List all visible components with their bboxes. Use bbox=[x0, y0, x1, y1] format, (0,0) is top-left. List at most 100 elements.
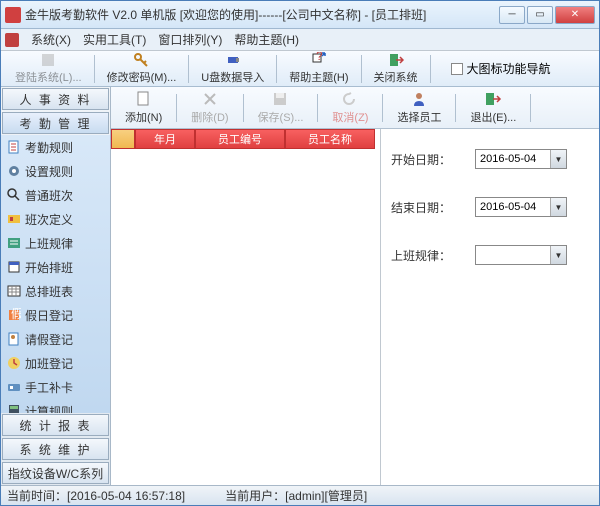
delete-icon bbox=[201, 90, 219, 108]
cancel-button: 取消(Z) bbox=[322, 90, 378, 125]
chevron-down-icon[interactable]: ▼ bbox=[550, 150, 566, 168]
end-date-picker[interactable]: ▼ bbox=[475, 197, 567, 217]
sidebar-item-rules[interactable]: 考勤规则 bbox=[1, 135, 110, 159]
usb-import-button[interactable]: U盘数据导入 bbox=[193, 52, 272, 85]
menu-window[interactable]: 窗口排列(Y) bbox=[158, 31, 222, 48]
large-icon-checkbox[interactable]: 大图标功能导航 bbox=[451, 60, 551, 77]
separator bbox=[188, 55, 189, 83]
statusbar: 当前时间：[2016-05-04 16:57:18] 当前用户：[admin][… bbox=[1, 485, 599, 505]
window-title: 金牛版考勤软件 V2.0 单机版 [欢迎您的使用]------[公司中文名称] … bbox=[25, 6, 499, 23]
table-icon bbox=[7, 284, 21, 298]
data-grid[interactable]: 年月 员工编号 员工名称 bbox=[111, 129, 381, 485]
grid-corner bbox=[111, 129, 135, 149]
exit-icon bbox=[484, 90, 502, 108]
save-button: 保存(S)... bbox=[248, 90, 314, 125]
titlebar: 金牛版考勤软件 V2.0 单机版 [欢迎您的使用]------[公司中文名称] … bbox=[1, 1, 599, 29]
separator bbox=[361, 55, 362, 83]
grid-col-yearmonth[interactable]: 年月 bbox=[135, 129, 195, 149]
pattern-icon bbox=[7, 236, 21, 250]
holiday-icon: 假 bbox=[7, 308, 21, 322]
change-password-button[interactable]: 修改密码(M)... bbox=[99, 52, 185, 85]
work-rule-label: 上班规律： bbox=[391, 247, 451, 264]
separator bbox=[317, 94, 318, 122]
calc-icon bbox=[7, 404, 21, 413]
menu-tools[interactable]: 实用工具(T) bbox=[83, 31, 146, 48]
calendar-icon bbox=[7, 260, 21, 274]
login-button: 登陆系统(L)... bbox=[7, 52, 90, 85]
sidebar-item-manual[interactable]: 手工补卡 bbox=[1, 375, 110, 399]
search-icon bbox=[7, 188, 21, 202]
sidebar-fingerprint[interactable]: 指纹设备W/C系列 bbox=[2, 462, 109, 484]
sidebar-item-shifts[interactable]: 普通班次 bbox=[1, 183, 110, 207]
select-employee-button[interactable]: 选择员工 bbox=[387, 90, 451, 125]
menu-system[interactable]: 系统(X) bbox=[31, 31, 71, 48]
svg-text:?: ? bbox=[316, 52, 323, 63]
status-user: 当前用户：[admin][管理员] bbox=[225, 487, 367, 504]
grid-col-empname[interactable]: 员工名称 bbox=[285, 129, 375, 149]
separator bbox=[382, 94, 383, 122]
help-button[interactable]: ? 帮助主题(H) bbox=[281, 52, 356, 85]
leave-icon bbox=[7, 332, 21, 346]
end-date-input[interactable] bbox=[476, 201, 550, 213]
sidebar-hr[interactable]: 人 事 资 料 bbox=[2, 88, 109, 110]
separator bbox=[276, 55, 277, 83]
separator bbox=[176, 94, 177, 122]
end-date-label: 结束日期： bbox=[391, 199, 451, 216]
close-system-button[interactable]: 关闭系统 bbox=[366, 52, 426, 85]
grid-header: 年月 员工编号 员工名称 bbox=[111, 129, 380, 149]
menubar: 系统(X) 实用工具(T) 窗口排列(Y) 帮助主题(H) bbox=[1, 29, 599, 51]
sidebar-item-leave[interactable]: 请假登记 bbox=[1, 327, 110, 351]
start-date-input[interactable] bbox=[476, 153, 550, 165]
key-icon bbox=[133, 52, 149, 68]
shift-icon bbox=[7, 212, 21, 226]
minimize-button[interactable]: ─ bbox=[499, 6, 525, 24]
checkbox-icon bbox=[451, 63, 463, 75]
help-icon: ? bbox=[311, 52, 327, 68]
person-icon bbox=[410, 90, 428, 108]
separator bbox=[530, 94, 531, 122]
separator bbox=[430, 55, 431, 83]
svg-text:假: 假 bbox=[11, 308, 21, 321]
sidebar: 人 事 资 料 考 勤 管 理 考勤规则 设置规则 普通班次 班次定义 上班规律… bbox=[1, 87, 111, 485]
sidebar-maintenance[interactable]: 系 统 维 护 bbox=[2, 438, 109, 460]
work-rule-input[interactable] bbox=[476, 249, 550, 261]
content-toolbar: 添加(N) 删除(D) 保存(S)... 取消(Z) 选择员工 bbox=[111, 87, 599, 129]
sidebar-item-schedule[interactable]: 开始排班 bbox=[1, 255, 110, 279]
sidebar-item-pattern[interactable]: 上班规律 bbox=[1, 231, 110, 255]
app-icon bbox=[5, 7, 21, 23]
sidebar-tree: 考勤规则 设置规则 普通班次 班次定义 上班规律 开始排班 总排班表 假假日登记… bbox=[1, 135, 110, 413]
doc-icon bbox=[7, 140, 21, 154]
menu-help[interactable]: 帮助主题(H) bbox=[234, 31, 299, 48]
overtime-icon bbox=[7, 356, 21, 370]
form-pane: 开始日期： ▼ 结束日期： ▼ 上班规律： bbox=[381, 129, 599, 485]
sidebar-attendance[interactable]: 考 勤 管 理 bbox=[2, 112, 109, 134]
gear-icon bbox=[7, 164, 21, 178]
save-icon bbox=[271, 90, 289, 108]
menu-icon bbox=[5, 33, 19, 47]
separator bbox=[455, 94, 456, 122]
maximize-button[interactable]: ▭ bbox=[527, 6, 553, 24]
sidebar-item-overtime[interactable]: 加班登记 bbox=[1, 351, 110, 375]
sidebar-item-holiday[interactable]: 假假日登记 bbox=[1, 303, 110, 327]
sidebar-reports[interactable]: 统 计 报 表 bbox=[2, 414, 109, 436]
login-icon bbox=[40, 52, 56, 68]
chevron-down-icon[interactable]: ▼ bbox=[550, 198, 566, 216]
chevron-down-icon[interactable]: ▼ bbox=[550, 246, 566, 264]
sidebar-item-total[interactable]: 总排班表 bbox=[1, 279, 110, 303]
add-button[interactable]: 添加(N) bbox=[115, 90, 172, 125]
separator bbox=[94, 55, 95, 83]
separator bbox=[243, 94, 244, 122]
start-date-picker[interactable]: ▼ bbox=[475, 149, 567, 169]
sidebar-item-settings[interactable]: 设置规则 bbox=[1, 159, 110, 183]
sidebar-item-calc[interactable]: 计算规则 bbox=[1, 399, 110, 413]
status-time: 当前时间：[2016-05-04 16:57:18] bbox=[7, 487, 185, 504]
grid-col-empno[interactable]: 员工编号 bbox=[195, 129, 285, 149]
close-button[interactable]: ✕ bbox=[555, 6, 595, 24]
start-date-label: 开始日期： bbox=[391, 151, 451, 168]
work-rule-select[interactable]: ▼ bbox=[475, 245, 567, 265]
undo-icon bbox=[341, 90, 359, 108]
exit-icon bbox=[388, 52, 404, 68]
exit-button[interactable]: 退出(E)... bbox=[460, 90, 526, 125]
sidebar-item-shiftdef[interactable]: 班次定义 bbox=[1, 207, 110, 231]
card-icon bbox=[7, 380, 21, 394]
